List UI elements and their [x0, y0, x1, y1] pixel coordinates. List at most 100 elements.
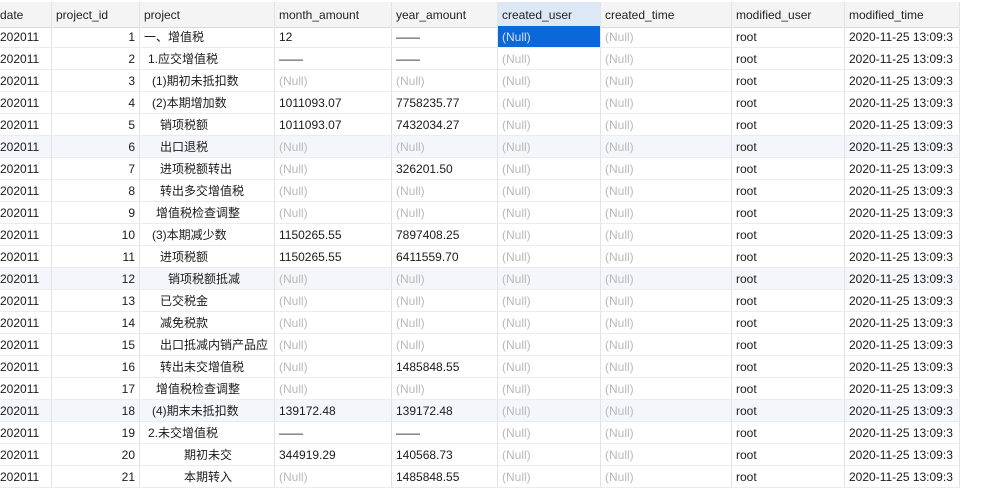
cell-created-user[interactable]: (Null) [498, 356, 601, 378]
cell-modified-user[interactable]: root [732, 444, 845, 466]
cell-date[interactable]: 202011 [0, 48, 52, 70]
cell-created-user[interactable]: (Null) [498, 246, 601, 268]
cell-month-amount[interactable]: 12 [275, 26, 392, 48]
table-row[interactable]: 202011 18 (4)期末未抵扣数 139172.48 139172.48 (Null… [0, 400, 960, 422]
cell-created-time[interactable]: (Null) [601, 48, 732, 70]
cell-modified-user[interactable]: root [732, 136, 845, 158]
cell-project-id[interactable]: 10 [52, 224, 140, 246]
cell-project[interactable]: 转出未交增值税 [140, 356, 275, 378]
cell-project-id[interactable]: 7 [52, 158, 140, 180]
cell-year-amount[interactable]: 7432034.27 [392, 114, 498, 136]
cell-month-amount[interactable]: (Null) [275, 158, 392, 180]
cell-created-user[interactable]: (Null) [498, 466, 601, 488]
cell-year-amount[interactable]: 7897408.25 [392, 224, 498, 246]
cell-modified-user[interactable]: root [732, 378, 845, 400]
cell-month-amount[interactable]: (Null) [275, 334, 392, 356]
cell-month-amount[interactable]: 1011093.07 [275, 92, 392, 114]
table-row[interactable]: 202011 7 进项税额转出 (Null) 326201.50 (Null) (Null)… [0, 158, 960, 180]
cell-created-time[interactable]: (Null) [601, 26, 732, 48]
cell-created-user[interactable]: (Null) [498, 202, 601, 224]
table-row[interactable]: 202011 12 销项税额抵减 (Null) (Null) (Null) (Null) ro… [0, 268, 960, 290]
cell-year-amount[interactable]: 1485848.55 [392, 466, 498, 488]
cell-date[interactable]: 202011 [0, 268, 52, 290]
cell-project[interactable]: 销项税额抵减 [140, 268, 275, 290]
cell-date[interactable]: 202011 [0, 422, 52, 444]
cell-modified-time[interactable]: 2020-11-25 13:09:3 [845, 444, 960, 466]
table-row[interactable]: 202011 1 一、增值税 12 —— (Null) (Null) root 2020-11-… [0, 26, 960, 48]
cell-project[interactable]: (4)期末未抵扣数 [140, 400, 275, 422]
cell-created-time[interactable]: (Null) [601, 466, 732, 488]
cell-project-id[interactable]: 6 [52, 136, 140, 158]
cell-created-user[interactable]: (Null) [498, 290, 601, 312]
table-row[interactable]: 202011 5 销项税额 1011093.07 7432034.27 (Null) (Nu… [0, 114, 960, 136]
cell-project[interactable]: (2)本期增加数 [140, 92, 275, 114]
cell-modified-user[interactable]: root [732, 70, 845, 92]
cell-project[interactable]: 增值税检查调整 [140, 378, 275, 400]
table-row[interactable]: 202011 19 2.未交增值税 —— —— (Null) (Null) root 2020-… [0, 422, 960, 444]
cell-month-amount[interactable]: (Null) [275, 290, 392, 312]
cell-year-amount[interactable]: (Null) [392, 202, 498, 224]
cell-project[interactable]: 减免税款 [140, 312, 275, 334]
cell-year-amount[interactable]: —— [392, 26, 498, 48]
cell-created-time[interactable]: (Null) [601, 290, 732, 312]
cell-project-id[interactable]: 4 [52, 92, 140, 114]
cell-modified-time[interactable]: 2020-11-25 13:09:3 [845, 246, 960, 268]
cell-created-time[interactable]: (Null) [601, 92, 732, 114]
cell-created-user[interactable]: (Null) [498, 444, 601, 466]
column-header-created-time[interactable]: created_time [601, 2, 732, 28]
column-header-month-amount[interactable]: month_amount [275, 2, 392, 28]
table-row[interactable]: 202011 13 已交税金 (Null) (Null) (Null) (Null) root… [0, 290, 960, 312]
cell-modified-user[interactable]: root [732, 312, 845, 334]
cell-date[interactable]: 202011 [0, 246, 52, 268]
cell-modified-user[interactable]: root [732, 224, 845, 246]
cell-month-amount[interactable]: (Null) [275, 70, 392, 92]
cell-year-amount[interactable]: 1485848.55 [392, 356, 498, 378]
cell-created-time[interactable]: (Null) [601, 136, 732, 158]
column-header-date[interactable]: date [0, 2, 52, 28]
table-row[interactable]: 202011 14 减免税款 (Null) (Null) (Null) (Null) root… [0, 312, 960, 334]
cell-year-amount[interactable]: (Null) [392, 312, 498, 334]
cell-project-id[interactable]: 3 [52, 70, 140, 92]
cell-project-id[interactable]: 11 [52, 246, 140, 268]
cell-created-time[interactable]: (Null) [601, 158, 732, 180]
cell-created-time[interactable]: (Null) [601, 400, 732, 422]
cell-project[interactable]: (1)期初未抵扣数 [140, 70, 275, 92]
cell-year-amount[interactable]: (Null) [392, 136, 498, 158]
cell-modified-time[interactable]: 2020-11-25 13:09:3 [845, 70, 960, 92]
cell-month-amount[interactable]: 139172.48 [275, 400, 392, 422]
cell-modified-user[interactable]: root [732, 158, 845, 180]
column-header-year-amount[interactable]: year_amount [392, 2, 498, 28]
cell-created-user[interactable]: (Null) [498, 114, 601, 136]
cell-created-time[interactable]: (Null) [601, 202, 732, 224]
table-row[interactable]: 202011 10 (3)本期减少数 1150265.55 7897408.25 (Nul… [0, 224, 960, 246]
cell-project-id[interactable]: 20 [52, 444, 140, 466]
table-row[interactable]: 202011 8 转出多交增值税 (Null) (Null) (Null) (Null) ro… [0, 180, 960, 202]
cell-project-id[interactable]: 8 [52, 180, 140, 202]
cell-project-id[interactable]: 18 [52, 400, 140, 422]
cell-modified-time[interactable]: 2020-11-25 13:09:3 [845, 356, 960, 378]
cell-project[interactable]: 本期转入 [140, 466, 275, 488]
cell-year-amount[interactable]: (Null) [392, 290, 498, 312]
cell-project[interactable]: (3)本期减少数 [140, 224, 275, 246]
table-row[interactable]: 202011 20 期初未交 344919.29 140568.73 (Null) (Nul… [0, 444, 960, 466]
cell-modified-user[interactable]: root [732, 400, 845, 422]
cell-modified-user[interactable]: root [732, 26, 845, 48]
cell-date[interactable]: 202011 [0, 114, 52, 136]
cell-year-amount[interactable]: —— [392, 48, 498, 70]
table-row[interactable]: 202011 11 进项税额 1150265.55 6411559.70 (Null) (N… [0, 246, 960, 268]
cell-created-user[interactable]: (Null) [498, 268, 601, 290]
cell-modified-time[interactable]: 2020-11-25 13:09:3 [845, 26, 960, 48]
cell-date[interactable]: 202011 [0, 334, 52, 356]
table-row[interactable]: 202011 2 1.应交增值税 —— —— (Null) (Null) root 2020-1… [0, 48, 960, 70]
cell-project-id[interactable]: 21 [52, 466, 140, 488]
cell-date[interactable]: 202011 [0, 290, 52, 312]
cell-created-time[interactable]: (Null) [601, 444, 732, 466]
cell-year-amount[interactable]: (Null) [392, 378, 498, 400]
cell-modified-time[interactable]: 2020-11-25 13:09:3 [845, 378, 960, 400]
cell-created-user[interactable]: (Null) [498, 180, 601, 202]
cell-project[interactable]: 一、增值税 [140, 26, 275, 48]
cell-created-time[interactable]: (Null) [601, 334, 732, 356]
cell-modified-user[interactable]: root [732, 466, 845, 488]
cell-year-amount[interactable]: 140568.73 [392, 444, 498, 466]
cell-created-user[interactable]: (Null) [498, 136, 601, 158]
